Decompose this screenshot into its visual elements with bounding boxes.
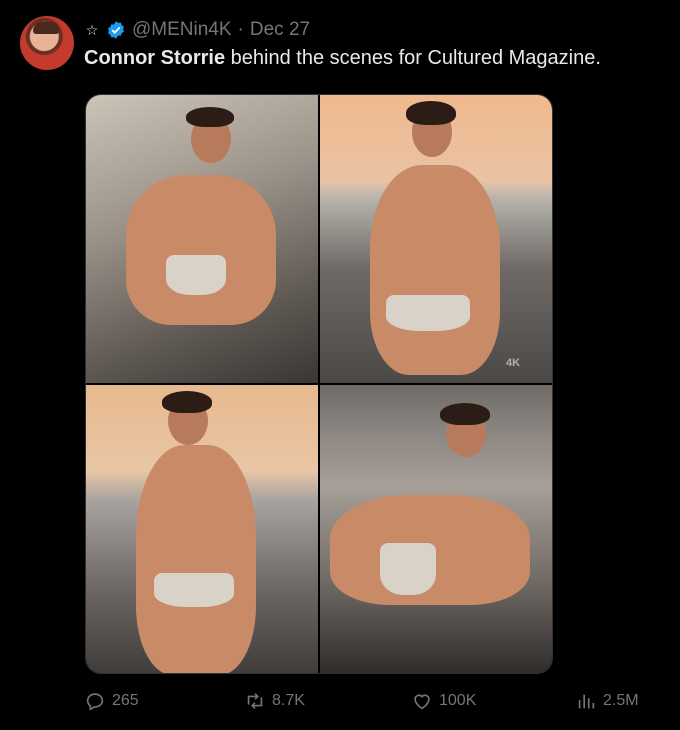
views-count: 2.5M — [603, 692, 639, 709]
photo-3[interactable] — [86, 385, 318, 673]
retweet-count: 8.7K — [272, 692, 305, 709]
photo-4[interactable] — [320, 385, 552, 673]
views-icon — [578, 694, 595, 709]
photo-1[interactable] — [86, 95, 318, 383]
action-bar: 265 8.7K 100K 2.5M — [0, 690, 680, 718]
verified-icon — [108, 21, 124, 39]
retweet-icon — [247, 693, 263, 709]
media-grid: 4K — [85, 94, 553, 674]
tweet-text-bold: Connor Storrie — [84, 47, 226, 69]
like-button[interactable]: 100K — [411, 690, 476, 712]
tweet-date[interactable]: Dec 27 — [250, 19, 310, 41]
views-button[interactable]: 2.5M — [575, 690, 639, 712]
watermark: 4K — [506, 357, 521, 369]
tweet-header: ☆ @MENin4K · Dec 27 — [84, 18, 310, 42]
reply-icon — [86, 693, 104, 711]
tweet-text-rest: behind the scenes for Cultured Magazine. — [225, 47, 601, 69]
photo-2[interactable]: 4K — [320, 95, 552, 383]
star-icon: ☆ — [85, 21, 99, 38]
reply-count: 265 — [112, 692, 139, 709]
user-handle[interactable]: @MENin4K — [132, 19, 232, 41]
tweet-text: Connor Storrie behind the scenes for Cul… — [84, 47, 601, 70]
reply-button[interactable]: 265 — [84, 690, 139, 712]
retweet-button[interactable]: 8.7K — [244, 690, 305, 712]
separator: · — [237, 19, 244, 40]
like-icon — [414, 694, 430, 710]
like-count: 100K — [439, 692, 477, 709]
avatar[interactable] — [20, 16, 74, 70]
